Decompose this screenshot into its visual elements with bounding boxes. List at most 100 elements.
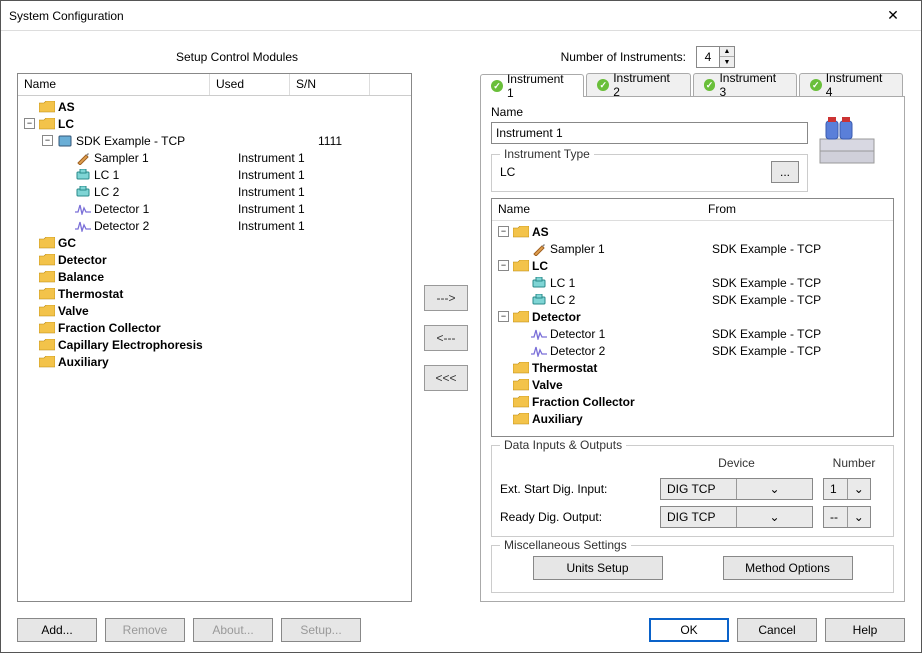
- method-options-button[interactable]: Method Options: [723, 556, 853, 580]
- tree-item-label: Detector: [532, 310, 581, 324]
- help-button[interactable]: Help: [825, 618, 905, 642]
- remove-button[interactable]: Remove: [105, 618, 185, 642]
- wave-icon: [75, 219, 91, 233]
- num-instruments-value[interactable]: [697, 47, 719, 67]
- tree-item[interactable]: Capillary Electrophoresis: [18, 336, 411, 353]
- assigned-modules-tree[interactable]: Name From −ASSampler 1SDK Example - TCP−…: [491, 198, 894, 437]
- available-modules-tree[interactable]: Name Used S/N AS−LC−SDK Example - TCP111…: [17, 73, 412, 602]
- instrument-type-browse-button[interactable]: ...: [771, 161, 799, 183]
- folder-icon: [513, 361, 529, 375]
- setup-modules-label: Setup Control Modules: [17, 50, 457, 64]
- dev-blue-icon: [57, 134, 73, 148]
- tree-item-label: Capillary Electrophoresis: [58, 338, 203, 352]
- tree-item[interactable]: Valve: [18, 302, 411, 319]
- tree-item[interactable]: LC 2 Instrument 1: [18, 183, 411, 200]
- move-all-left-button[interactable]: <<<: [424, 365, 468, 391]
- col-name[interactable]: Name: [492, 199, 702, 220]
- tree-item-used: Instrument 1: [238, 185, 305, 199]
- tree-item[interactable]: Auxiliary: [492, 410, 893, 427]
- col-name[interactable]: Name: [18, 74, 210, 95]
- tree-item-label: Fraction Collector: [58, 321, 161, 335]
- move-right-button[interactable]: --->: [424, 285, 468, 311]
- tree-item[interactable]: Thermostat: [18, 285, 411, 302]
- chevron-down-icon: ⌄: [736, 507, 812, 527]
- tree-item[interactable]: − Detector: [492, 308, 893, 325]
- tree-item-used: Instrument 1: [238, 151, 305, 165]
- col-sn[interactable]: S/N: [290, 74, 370, 95]
- tree-item-label: AS: [532, 225, 549, 239]
- tree-item[interactable]: Sampler 1SDK Example - TCP: [492, 240, 893, 257]
- status-ok-icon: ✓: [810, 79, 822, 91]
- ext-start-number-combo[interactable]: 1⌄: [823, 478, 871, 500]
- tree-item[interactable]: LC 1SDK Example - TCP: [492, 274, 893, 291]
- setup-button[interactable]: Setup...: [281, 618, 361, 642]
- units-setup-button[interactable]: Units Setup: [533, 556, 663, 580]
- instrument-name-input[interactable]: [491, 122, 808, 144]
- tree-item[interactable]: GC: [18, 234, 411, 251]
- instrument-panel: ✓Instrument 1✓Instrument 2✓Instrument 3✓…: [480, 73, 905, 602]
- tree-item[interactable]: Detector 2SDK Example - TCP: [492, 342, 893, 359]
- tree-item[interactable]: −LC: [492, 257, 893, 274]
- col-used[interactable]: Used: [210, 74, 290, 95]
- ext-start-device-combo[interactable]: DIG TCP⌄: [660, 478, 813, 500]
- ready-device-combo[interactable]: DIG TCP⌄: [660, 506, 813, 528]
- tab-instrument[interactable]: ✓Instrument 4: [799, 73, 903, 96]
- tree-item[interactable]: Detector: [18, 251, 411, 268]
- tree-item[interactable]: Sampler 1Instrument 1: [18, 149, 411, 166]
- tab-instrument[interactable]: ✓Instrument 2: [586, 73, 690, 96]
- tab-instrument[interactable]: ✓Instrument 1: [480, 74, 584, 97]
- instrument-name-label: Name: [491, 105, 808, 119]
- collapse-icon[interactable]: −: [24, 118, 35, 129]
- folder-icon: [39, 253, 55, 267]
- tree-item[interactable]: AS: [18, 98, 411, 115]
- tab-label: Instrument 2: [613, 71, 679, 99]
- dialog-buttons: Add... Remove About... Setup... OK Cance…: [1, 612, 921, 652]
- tree-item[interactable]: Detector 1Instrument 1: [18, 200, 411, 217]
- tree-item[interactable]: Balance: [18, 268, 411, 285]
- collapse-icon[interactable]: −: [498, 260, 509, 271]
- wave-icon: [75, 202, 91, 216]
- tree-item[interactable]: Fraction Collector: [492, 393, 893, 410]
- sampler-icon: [531, 242, 547, 256]
- tree-item[interactable]: Thermostat: [492, 359, 893, 376]
- tree-item[interactable]: Detector 1SDK Example - TCP: [492, 325, 893, 342]
- collapse-icon[interactable]: −: [498, 311, 509, 322]
- data-io-group: Data Inputs & Outputs Device Number Ext.…: [491, 445, 894, 537]
- col-from[interactable]: From: [702, 199, 893, 220]
- spinner-down-icon[interactable]: ▼: [720, 57, 734, 67]
- about-button[interactable]: About...: [193, 618, 273, 642]
- instrument-type-label: Instrument Type: [500, 147, 594, 161]
- collapse-icon[interactable]: −: [498, 226, 509, 237]
- cancel-button[interactable]: Cancel: [737, 618, 817, 642]
- tree-item-label: Balance: [58, 270, 104, 284]
- tree-item[interactable]: Valve: [492, 376, 893, 393]
- tree-item-label: Fraction Collector: [532, 395, 635, 409]
- tree-item[interactable]: LC 2SDK Example - TCP: [492, 291, 893, 308]
- tree-item[interactable]: −SDK Example - TCP1111: [18, 132, 411, 149]
- tree-item[interactable]: Fraction Collector: [18, 319, 411, 336]
- tree-item-label: Thermostat: [532, 361, 597, 375]
- tab-instrument[interactable]: ✓Instrument 3: [693, 73, 797, 96]
- tree-item[interactable]: − AS: [492, 223, 893, 240]
- tree-item-label: LC 2: [550, 293, 575, 307]
- tree-item-label: LC 2: [94, 185, 119, 199]
- spinner-up-icon[interactable]: ▲: [720, 47, 734, 57]
- tree-item[interactable]: −LC: [18, 115, 411, 132]
- move-left-button[interactable]: <---: [424, 325, 468, 351]
- ready-number-combo[interactable]: --⌄: [823, 506, 871, 528]
- folder-icon: [513, 225, 529, 239]
- transfer-buttons: ---> <--- <<<: [412, 73, 480, 602]
- close-icon[interactable]: ✕: [873, 7, 913, 24]
- add-button[interactable]: Add...: [17, 618, 97, 642]
- tree-item[interactable]: LC 1Instrument 1: [18, 166, 411, 183]
- tree-item[interactable]: Detector 2Instrument 1: [18, 217, 411, 234]
- collapse-icon[interactable]: −: [42, 135, 53, 146]
- tree-item[interactable]: Auxiliary: [18, 353, 411, 370]
- tree-item-label: Detector 2: [550, 344, 605, 358]
- num-instruments-spinner[interactable]: ▲ ▼: [696, 46, 735, 68]
- tree-item-label: Sampler 1: [550, 242, 605, 256]
- ok-button[interactable]: OK: [649, 618, 729, 642]
- tree-item-label: Detector: [58, 253, 107, 267]
- folder-icon: [513, 259, 529, 273]
- tree-item-label: Thermostat: [58, 287, 123, 301]
